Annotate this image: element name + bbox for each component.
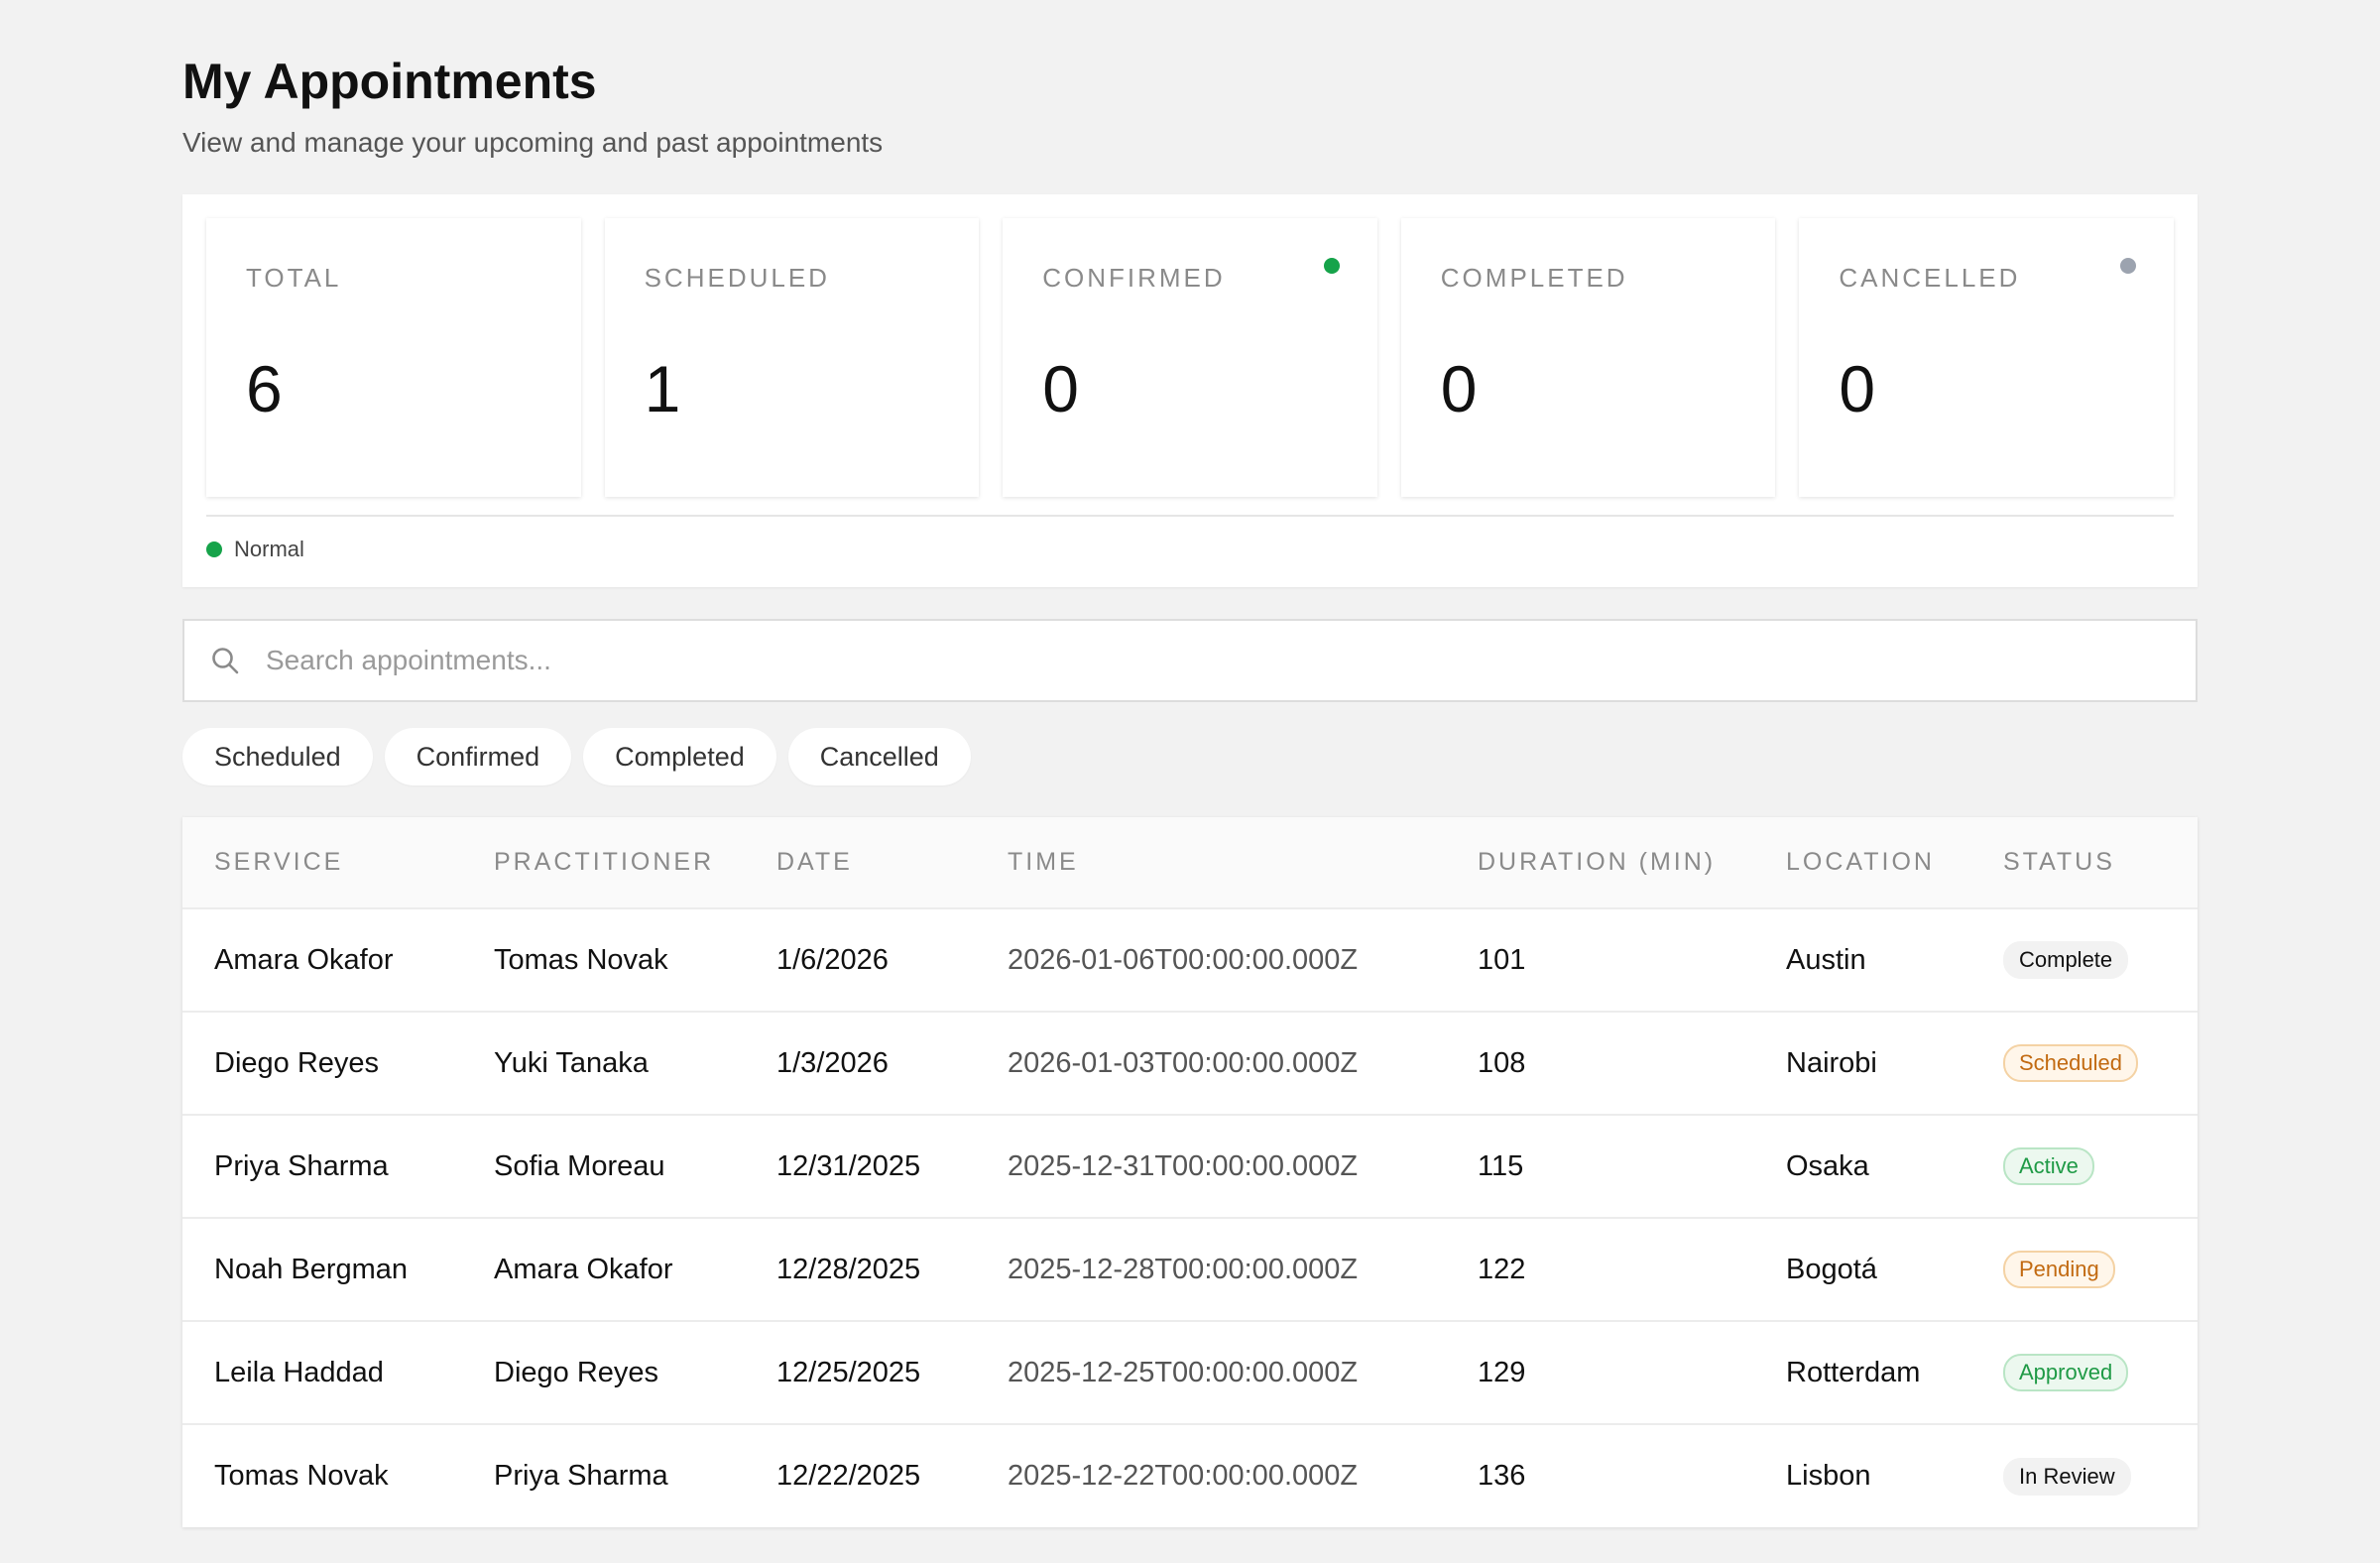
filter-chip-cancelled[interactable]: Cancelled <box>787 728 971 785</box>
table-row[interactable]: Priya Sharma Sofia Moreau 12/31/2025 202… <box>182 1115 2198 1218</box>
table-row[interactable]: Tomas Novak Priya Sharma 12/22/2025 2025… <box>182 1424 2198 1527</box>
cell-duration: 122 <box>1478 1253 1526 1285</box>
status-dot-icon <box>2119 258 2136 274</box>
legend: Normal <box>206 517 2174 582</box>
search-icon <box>210 646 240 675</box>
page-title: My Appointments <box>182 54 597 109</box>
column-header-status[interactable]: STATUS <box>1971 817 2198 908</box>
cell-time: 2026-01-06T00:00:00.000Z <box>1008 943 1359 976</box>
cell-location: Rotterdam <box>1786 1356 1921 1388</box>
stat-card-scheduled: SCHEDULED 1 <box>604 218 980 497</box>
legend-dot-icon <box>206 541 222 557</box>
stat-value: 0 <box>1042 352 1079 425</box>
cell-status: Complete <box>1971 908 2198 1012</box>
status-badge: Approved <box>2003 1354 2129 1391</box>
stat-card-confirmed: CONFIRMED 0 <box>1003 218 1377 497</box>
stat-value: 6 <box>246 352 283 425</box>
legend-label: Normal <box>234 537 304 561</box>
stat-label: COMPLETED <box>1440 263 1628 293</box>
cell-practitioner: Amara Okafor <box>494 1253 673 1285</box>
cell-service: Priya Sharma <box>214 1149 389 1182</box>
status-badge: Active <box>2003 1147 2094 1185</box>
table-row[interactable]: Amara Okafor Tomas Novak 1/6/2026 2026-0… <box>182 908 2198 1012</box>
cell-duration: 108 <box>1478 1046 1526 1079</box>
appointments-table: SERVICE PRACTITIONER DATE TIME DURATION … <box>182 817 2198 1527</box>
column-header-time[interactable]: TIME <box>976 817 1446 908</box>
stat-label: SCHEDULED <box>644 263 830 293</box>
cell-time: 2025-12-31T00:00:00.000Z <box>1008 1149 1359 1182</box>
cell-status: Scheduled <box>1971 1012 2198 1115</box>
cell-date: 12/28/2025 <box>776 1253 921 1285</box>
cell-date: 12/22/2025 <box>776 1460 921 1492</box>
cell-service: Leila Haddad <box>214 1356 384 1388</box>
filter-chip-completed[interactable]: Completed <box>583 728 776 785</box>
table-row[interactable]: Noah Bergman Amara Okafor 12/28/2025 202… <box>182 1218 2198 1321</box>
cell-practitioner: Sofia Moreau <box>494 1149 665 1182</box>
status-badge: Complete <box>2003 941 2129 979</box>
stats-panel: TOTAL 6 SCHEDULED 1 CONFIRMED 0 COMPLETE… <box>182 194 2198 587</box>
cell-service: Tomas Novak <box>214 1460 389 1492</box>
stat-value: 0 <box>1839 352 1876 425</box>
status-badge: Pending <box>2003 1251 2115 1288</box>
table-header-row: SERVICE PRACTITIONER DATE TIME DURATION … <box>182 817 2198 908</box>
cell-status: In Review <box>1971 1424 2198 1527</box>
status-badge: In Review <box>2003 1457 2131 1496</box>
stat-value: 1 <box>644 352 681 425</box>
cell-practitioner: Tomas Novak <box>494 943 668 976</box>
appointments-page: My Appointments View and manage your upc… <box>0 0 2380 1563</box>
cell-location: Lisbon <box>1786 1460 1871 1492</box>
cell-status: Pending <box>1971 1218 2198 1321</box>
status-badge: Scheduled <box>2003 1044 2138 1082</box>
stat-label: TOTAL <box>246 263 342 293</box>
cell-time: 2025-12-22T00:00:00.000Z <box>1008 1460 1359 1492</box>
filter-row: Scheduled Confirmed Completed Cancelled <box>182 728 2198 785</box>
stat-value: 0 <box>1440 352 1478 425</box>
cell-status: Approved <box>1971 1321 2198 1424</box>
filter-chip-confirmed[interactable]: Confirmed <box>384 728 572 785</box>
column-header-duration[interactable]: DURATION (MIN) <box>1446 817 1754 908</box>
stat-card-total: TOTAL 6 <box>206 218 581 497</box>
cell-status: Active <box>1971 1115 2198 1218</box>
cell-service: Noah Bergman <box>214 1253 409 1285</box>
table-row[interactable]: Leila Haddad Diego Reyes 12/25/2025 2025… <box>182 1321 2198 1424</box>
cell-location: Osaka <box>1786 1149 1869 1182</box>
stats-row: TOTAL 6 SCHEDULED 1 CONFIRMED 0 COMPLETE… <box>206 218 2174 497</box>
cell-time: 2025-12-28T00:00:00.000Z <box>1008 1253 1359 1285</box>
stat-label: CANCELLED <box>1839 263 2021 293</box>
column-header-practitioner[interactable]: PRACTITIONER <box>462 817 745 908</box>
cell-service: Diego Reyes <box>214 1046 380 1079</box>
cell-date: 1/3/2026 <box>776 1046 889 1079</box>
cell-date: 1/6/2026 <box>776 943 889 976</box>
column-header-service[interactable]: SERVICE <box>182 817 462 908</box>
cell-location: Austin <box>1786 943 1866 976</box>
cell-location: Nairobi <box>1786 1046 1877 1079</box>
cell-date: 12/31/2025 <box>776 1149 921 1182</box>
status-dot-icon <box>1323 258 1340 274</box>
search-input[interactable] <box>264 630 2196 691</box>
cell-service: Amara Okafor <box>214 943 394 976</box>
stat-card-completed: COMPLETED 0 <box>1400 218 1776 497</box>
page-subtitle: View and manage your upcoming and past a… <box>182 127 884 158</box>
cell-time: 2025-12-25T00:00:00.000Z <box>1008 1356 1359 1388</box>
cell-location: Bogotá <box>1786 1253 1877 1285</box>
stat-card-cancelled: CANCELLED 0 <box>1799 218 2174 497</box>
cell-time: 2026-01-03T00:00:00.000Z <box>1008 1046 1359 1079</box>
search-box[interactable] <box>182 619 2198 702</box>
stat-label: CONFIRMED <box>1042 263 1226 293</box>
cell-practitioner: Yuki Tanaka <box>494 1046 649 1079</box>
filter-chip-scheduled[interactable]: Scheduled <box>182 728 373 785</box>
column-header-date[interactable]: DATE <box>745 817 976 908</box>
table-row[interactable]: Diego Reyes Yuki Tanaka 1/3/2026 2026-01… <box>182 1012 2198 1115</box>
cell-duration: 129 <box>1478 1356 1526 1388</box>
cell-date: 12/25/2025 <box>776 1356 921 1388</box>
cell-practitioner: Diego Reyes <box>494 1356 659 1388</box>
cell-duration: 136 <box>1478 1460 1526 1492</box>
cell-duration: 115 <box>1478 1149 1524 1182</box>
cell-practitioner: Priya Sharma <box>494 1460 668 1492</box>
cell-duration: 101 <box>1478 943 1526 976</box>
column-header-location[interactable]: LOCATION <box>1754 817 1971 908</box>
